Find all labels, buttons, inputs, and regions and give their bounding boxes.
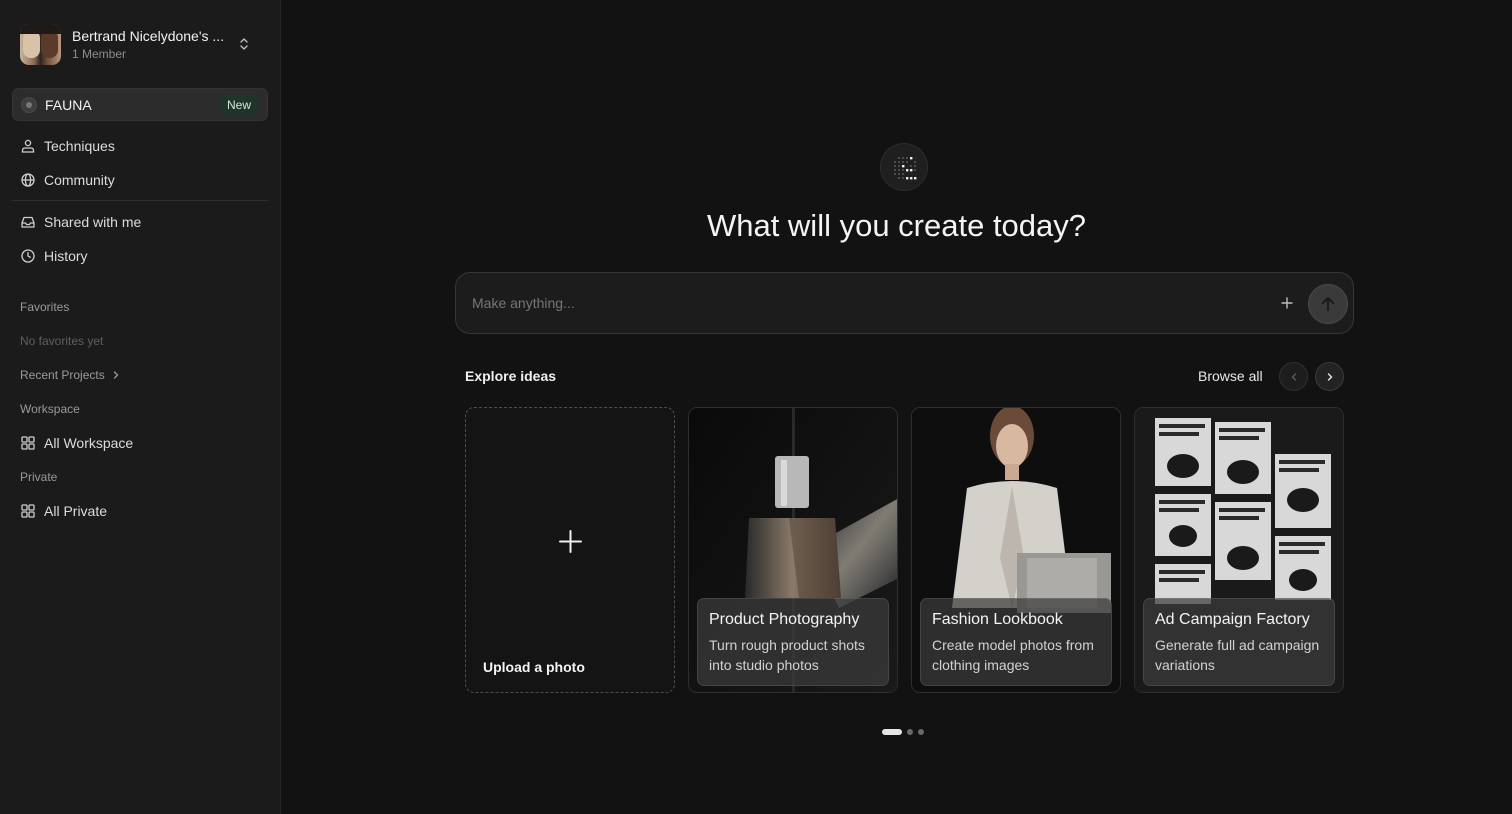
nav-techniques[interactable]: Techniques [12,129,268,163]
favorites-heading: Favorites [20,300,70,314]
workspace-members: 1 Member [72,46,127,61]
upload-photo-label: Upload a photo [483,659,585,675]
idea-card-fashion-lookbook[interactable]: Fashion Lookbook Create model photos fro… [911,407,1121,693]
private-heading: Private [20,470,58,484]
card-caption: Ad Campaign Factory Generate full ad cam… [1143,598,1335,686]
workspace-avatar [20,23,61,65]
workspace-name: Bertrand Nicelydone's ... [72,27,225,44]
nav-all-private-label: All Private [44,503,108,519]
carousel-pagination [882,729,924,735]
carousel-next-button[interactable] [1315,362,1344,391]
plus-icon [559,530,582,553]
app-logo-icon [880,143,928,191]
nav-shared-with-me[interactable]: Shared with me [12,205,268,239]
chevron-up-down-icon[interactable] [236,36,252,52]
favorites-empty: No favorites yet [20,334,104,348]
plus-icon[interactable] [1278,294,1296,312]
card-description: Create model photos from clothing images [932,637,1094,673]
fauna-item[interactable]: FAUNA New [12,88,268,121]
globe-icon [21,173,35,187]
upload-photo-card[interactable]: Upload a photo [465,407,675,693]
idea-card-product-photography[interactable]: Product Photography Turn rough product s… [688,407,898,693]
carousel-prev-button[interactable] [1279,362,1308,391]
grid-icon [21,436,35,450]
card-title: Fashion Lookbook [932,611,1063,628]
arrow-up-icon [1322,297,1334,311]
fauna-icon [21,96,37,113]
nav-community[interactable]: Community [12,163,268,197]
nav-all-private[interactable]: All Private [12,494,268,528]
card-caption: Fashion Lookbook Create model photos fro… [920,598,1112,686]
workspace-heading: Workspace [20,402,80,416]
browse-all-link[interactable]: Browse all [1198,368,1263,384]
recent-projects-label: Recent Projects [20,368,105,382]
nav-shared-label: Shared with me [44,214,142,230]
recent-projects-toggle[interactable]: Recent Projects [12,358,268,392]
grid-icon [21,504,35,518]
person-icon [21,139,35,153]
workspace-switcher[interactable]: Bertrand Nicelydone's ... 1 Member [12,0,268,88]
nav-techniques-label: Techniques [44,138,115,154]
carousel-dot-1[interactable] [882,729,902,735]
card-title: Ad Campaign Factory [1155,611,1310,628]
nav-history-label: History [44,248,88,264]
prompt-input[interactable] [472,291,1252,315]
sidebar-divider [12,200,268,201]
chevron-right-icon [1327,372,1332,381]
new-badge: New [218,94,259,115]
nav-all-workspace[interactable]: All Workspace [12,426,268,460]
card-title: Product Photography [709,611,860,628]
explore-ideas-title: Explore ideas [465,368,557,384]
page-headline: What will you create today? [706,208,1087,243]
sidebar: Bertrand Nicelydone's ... 1 Member FAUNA… [0,0,281,814]
chevron-right-icon [113,371,119,379]
prompt-box [455,272,1354,334]
chevron-left-icon [1291,372,1296,381]
nav-community-label: Community [44,172,115,188]
carousel-dot-2[interactable] [907,729,913,735]
main-area: What will you create today? Explore idea… [281,0,1512,814]
send-button[interactable] [1308,284,1348,324]
card-caption: Product Photography Turn rough product s… [697,598,889,686]
inbox-icon [21,216,35,228]
card-description: Generate full ad campaign variations [1155,637,1320,673]
fauna-label: FAUNA [45,96,92,113]
clock-icon [21,249,35,263]
nav-all-workspace-label: All Workspace [44,435,134,451]
carousel-dot-3[interactable] [918,729,924,735]
idea-card-ad-campaign-factory[interactable]: Ad Campaign Factory Generate full ad cam… [1134,407,1344,693]
nav-history[interactable]: History [12,239,268,273]
card-description: Turn rough product shots into studio pho… [709,637,865,673]
